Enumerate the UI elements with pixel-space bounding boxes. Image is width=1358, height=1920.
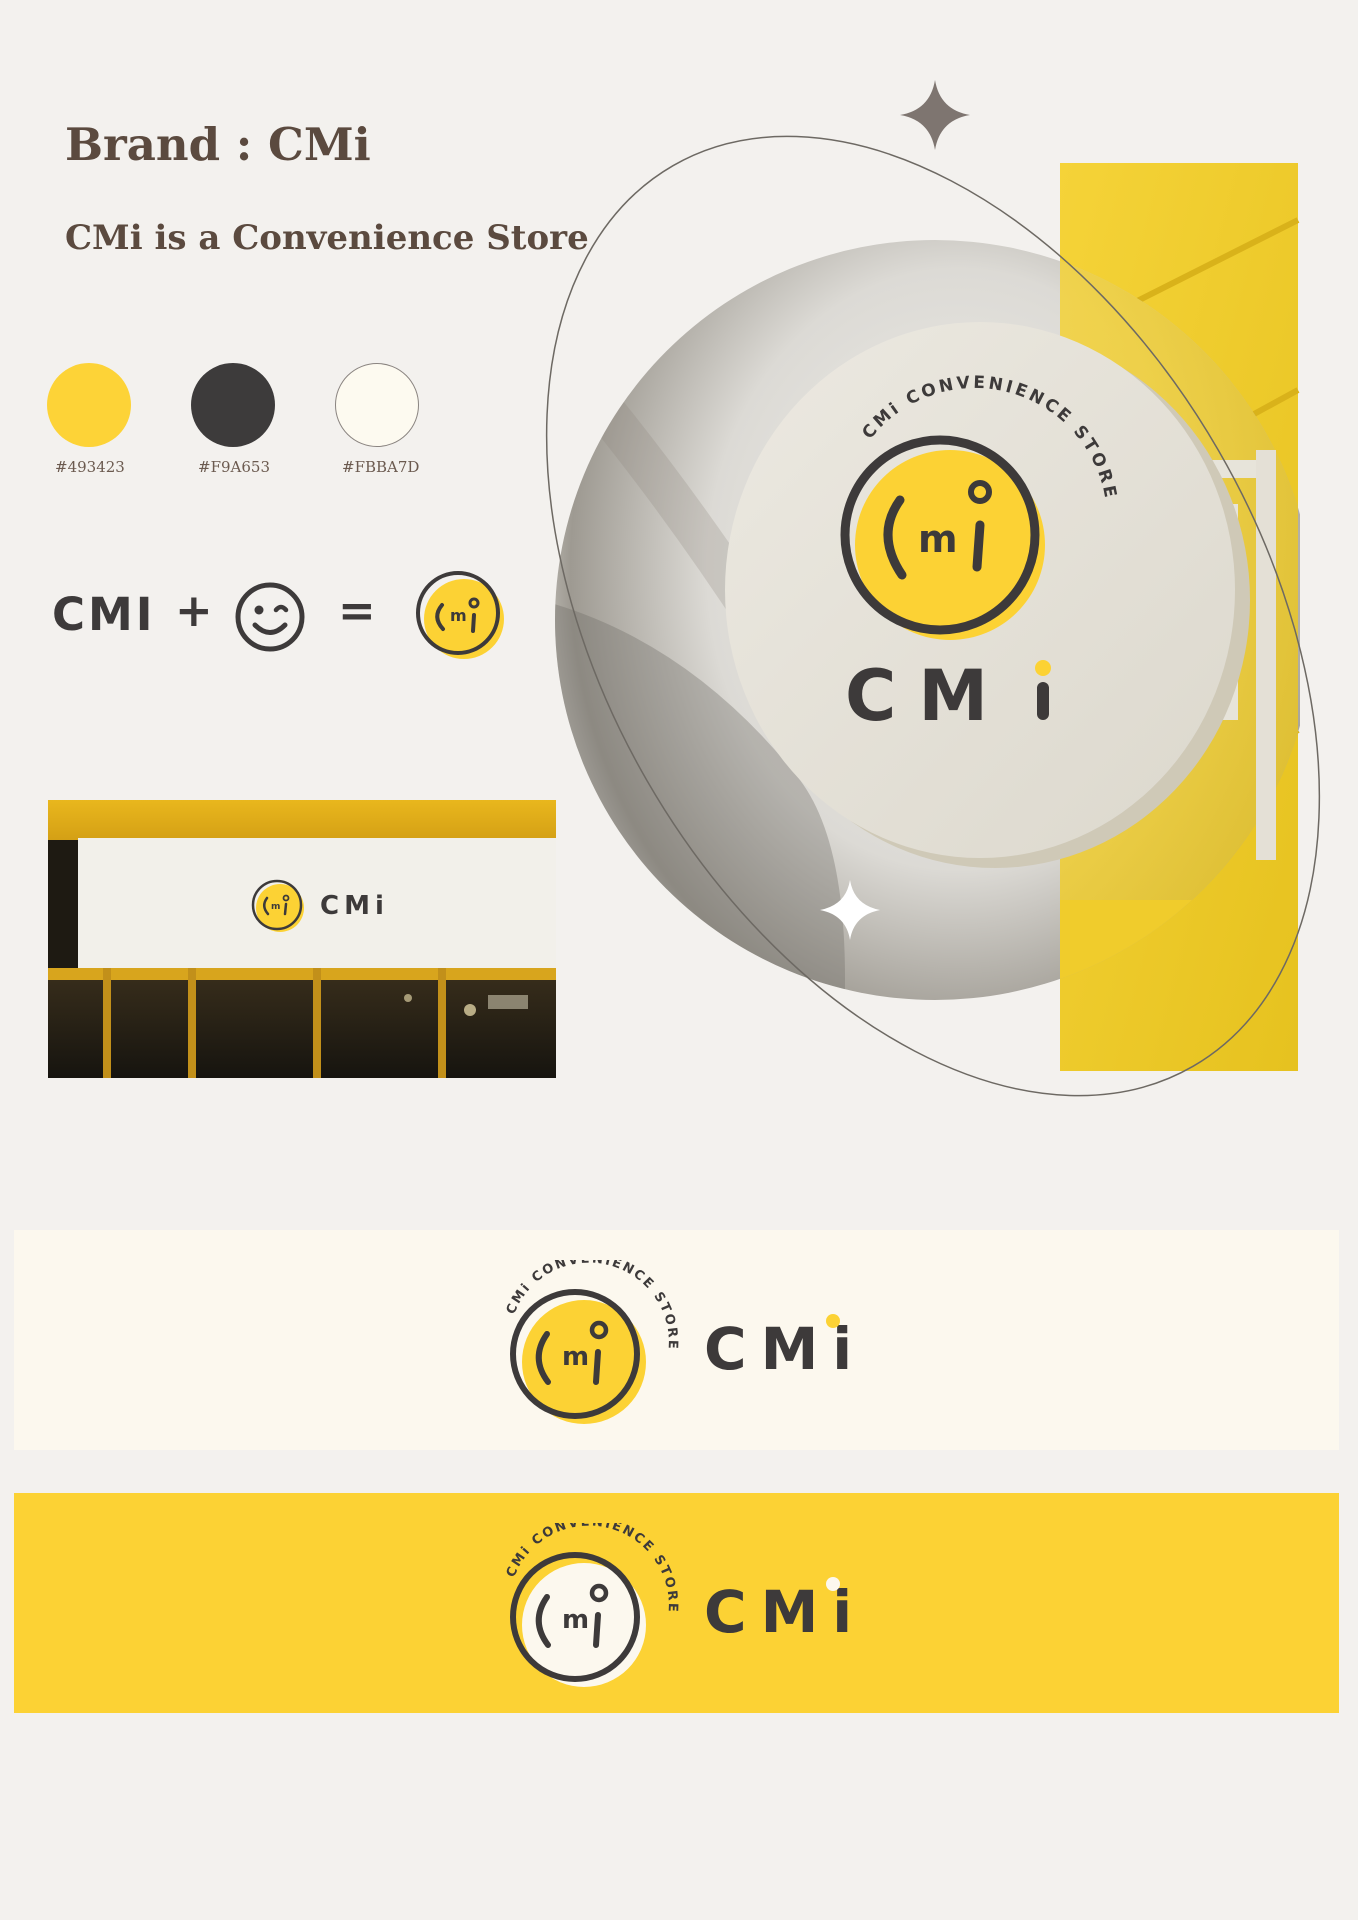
logo-mark-yellow: CMi CONVENIENCE STORE m (504, 1523, 678, 1687)
swatch-label-2: #F9A653 (198, 458, 270, 476)
svg-text:m: m (918, 517, 958, 561)
storefront-photo: m CMi (48, 800, 556, 1078)
sign-mockup: CMi CONVENIENCE STORE m CM (545, 80, 1321, 1097)
svg-text:CMi: CMi (320, 891, 389, 921)
cmi-plain-text: CMI (52, 588, 156, 641)
svg-text:m: m (271, 902, 280, 912)
banner-cream: CMi CONVENIENCE STORE m CMi (14, 1230, 1339, 1450)
brand-title: Brand : CMi (65, 118, 371, 171)
wordmark-yellow: CMi (704, 1578, 867, 1646)
swatch-cream (335, 363, 419, 447)
wordmark-dot-cream (826, 1314, 840, 1328)
svg-text:m: m (450, 606, 467, 625)
smiley-icon (235, 582, 305, 652)
wordmark-cream: CMi (704, 1315, 867, 1383)
swatch-label-3: #FBBA7D (342, 458, 420, 476)
banner-yellow: CMi CONVENIENCE STORE m CMi (14, 1493, 1339, 1713)
wordmark-dot-yellow (826, 1577, 840, 1591)
swatch-dark (191, 363, 275, 447)
svg-text:CM: CM (845, 655, 1010, 737)
swatch-yellow (47, 363, 131, 447)
logo-mark-cream: CMi CONVENIENCE STORE m (504, 1260, 678, 1424)
svg-text:m: m (562, 1605, 589, 1635)
equals-symbol: = (338, 584, 376, 637)
brand-subtitle: CMi is a Convenience Store (65, 218, 589, 258)
logo-mark-small: m (416, 571, 504, 659)
svg-text:m: m (562, 1342, 589, 1372)
plus-symbol: + (175, 584, 213, 637)
swatch-label-1: #493423 (55, 458, 125, 476)
